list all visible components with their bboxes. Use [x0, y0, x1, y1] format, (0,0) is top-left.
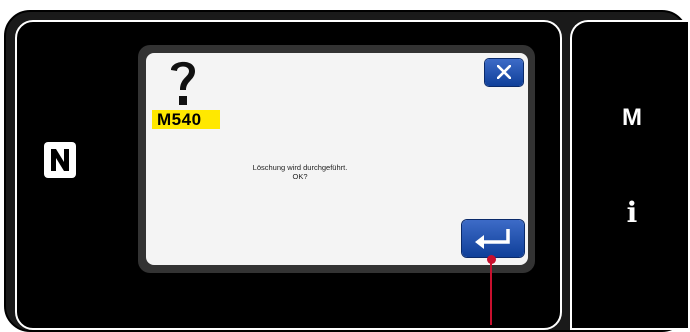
info-button[interactable]: i — [612, 196, 652, 229]
enter-button[interactable] — [462, 220, 524, 257]
message-line-2: OK? — [292, 172, 308, 181]
close-icon — [497, 65, 511, 79]
close-button[interactable] — [485, 59, 523, 86]
enter-icon — [475, 229, 510, 249]
message-line-1: Löschung wird durchgeführt. — [252, 163, 348, 172]
dialog-message: Löschung wird durchgeführt. OK? — [200, 163, 400, 181]
nfc-icon — [42, 140, 78, 180]
mode-button[interactable]: M — [612, 104, 652, 132]
callout-line — [490, 262, 492, 325]
question-mark-icon — [167, 56, 199, 112]
side-panel — [570, 20, 688, 330]
error-code-badge: M540 — [152, 110, 220, 129]
